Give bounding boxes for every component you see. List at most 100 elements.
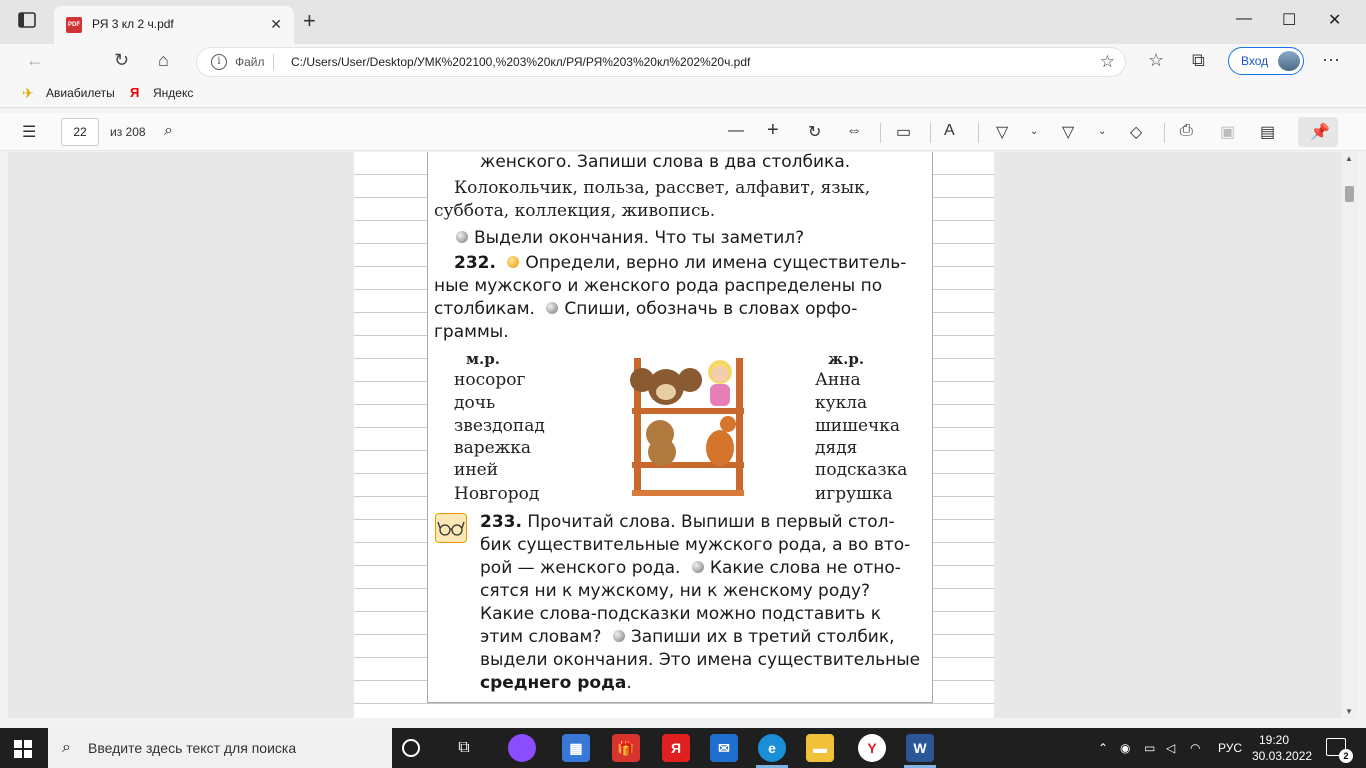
bookmarks-bar: ✈ Авиабилеты Я Яндекс	[0, 78, 1366, 108]
maximize-button[interactable]: ☐	[1282, 10, 1296, 30]
save-as-icon[interactable]: ▤	[1260, 122, 1275, 142]
collections-icon[interactable]: ⧉	[1192, 50, 1205, 71]
login-button[interactable]: Вход	[1228, 47, 1304, 75]
scrollbar-thumb[interactable]	[1345, 186, 1354, 202]
windows-start-icon[interactable]	[14, 740, 32, 758]
eraser-icon[interactable]: ◇	[1130, 122, 1142, 142]
back-icon[interactable]: ←	[26, 50, 44, 71]
task-line: Выдели окончания. Что ты заметил?	[456, 228, 804, 248]
exercise-text: этим словам?	[480, 627, 602, 647]
word-masculine: дочь	[454, 393, 496, 413]
bookmark-yandex[interactable]: Яндекс	[153, 86, 193, 100]
task-view-icon[interactable]: ⧉	[450, 734, 478, 762]
pin-icon: 📌	[1310, 124, 1330, 141]
contents-icon[interactable]: ☰	[22, 122, 36, 142]
exercise-233-line: бик существительные мужского рода, а во …	[480, 535, 911, 555]
fit-width-icon[interactable]: ⇔	[846, 122, 862, 140]
tab-bar: PDF РЯ 3 кл 2 ч.pdf ✕ + — ☐ ✕	[0, 0, 1366, 44]
tab-close-icon[interactable]: ✕	[270, 16, 282, 33]
volume-icon[interactable]: ◁	[1166, 741, 1175, 755]
clock[interactable]: 19:20 30.03.2022	[1252, 732, 1312, 764]
address-bar[interactable]: i Файл C:/Users/User/Desktop/УМК%202100,…	[196, 47, 1126, 77]
vertical-scrollbar[interactable]: ▲ ▼	[1341, 152, 1358, 718]
scroll-up-icon[interactable]: ▲	[1345, 154, 1353, 163]
info-icon[interactable]: i	[211, 54, 227, 70]
language-indicator[interactable]: РУС	[1218, 741, 1242, 755]
rotate-icon[interactable]: ↻	[808, 122, 821, 142]
tray-overflow-icon[interactable]: ⌃	[1098, 741, 1108, 755]
exercise-232-line: столбикам. Спиши, обозначь в словах орфо…	[434, 299, 857, 319]
scroll-down-icon[interactable]: ▼	[1345, 707, 1353, 716]
pin-toolbar-button[interactable]: 📌	[1298, 117, 1338, 147]
close-window-button[interactable]: ✕	[1328, 10, 1341, 30]
gift-icon[interactable]: 🎁	[612, 734, 640, 762]
page-view-icon[interactable]: ▭	[896, 122, 911, 142]
exercise-text: Определи, верно ли имена существитель-	[525, 253, 907, 273]
word-feminine: подсказка	[815, 460, 908, 480]
minimize-button[interactable]: —	[1236, 10, 1252, 28]
windows-taskbar: ⌕ Введите здесь текст для поиска ⧉ ▦ 🎁 Я…	[0, 728, 1366, 768]
settings-more-icon[interactable]: ⋯	[1322, 50, 1340, 71]
highlight-icon[interactable]: ▽	[1062, 122, 1074, 142]
word-feminine: дядя	[815, 438, 858, 458]
login-label: Вход	[1241, 54, 1269, 68]
exercise-232-line: граммы.	[434, 322, 509, 342]
add-favorite-icon[interactable]: ☆	[1100, 52, 1115, 72]
word-feminine: кукла	[815, 393, 868, 413]
zoom-in-icon[interactable]: +	[767, 119, 779, 142]
word-icon[interactable]: W	[906, 734, 934, 762]
refresh-icon[interactable]: ↻	[114, 50, 129, 71]
page-number-input[interactable]: 22	[61, 118, 99, 146]
tab-pdf[interactable]: PDF РЯ 3 кл 2 ч.pdf ✕	[54, 6, 294, 44]
pdf-viewer[interactable]: женского. Запиши слова в два столбика. К…	[8, 152, 1358, 718]
toys-on-shelf-illustration	[630, 358, 744, 496]
yandex-app-icon[interactable]: Я	[662, 734, 690, 762]
draw-options-chevron-icon[interactable]: ⌄	[1030, 126, 1038, 137]
notifications-icon[interactable]: 2	[1326, 738, 1353, 763]
new-tab-button[interactable]: +	[303, 10, 316, 32]
tray-app-icon[interactable]: ◉	[1120, 741, 1130, 755]
taskbar-search[interactable]: ⌕ Введите здесь текст для поиска	[48, 728, 392, 768]
save-icon[interactable]: ▣	[1220, 122, 1235, 142]
zoom-out-icon[interactable]: —	[728, 122, 744, 140]
edge-icon[interactable]: e	[758, 734, 786, 762]
column-head-masculine: м.р.	[466, 350, 500, 368]
exercise-232-line: 232. Определи, верно ли имена существите…	[454, 253, 906, 273]
favorites-icon[interactable]: ☆	[1148, 50, 1164, 71]
print-icon[interactable]: ⎙	[1180, 122, 1193, 140]
profile-avatar	[1278, 51, 1300, 71]
file-explorer-icon[interactable]: ▬	[806, 734, 834, 762]
battery-icon[interactable]: ▭	[1144, 741, 1155, 755]
cortana-icon[interactable]	[402, 739, 420, 757]
network-icon[interactable]: ◠	[1190, 741, 1200, 755]
exercise-text: Запиши их в третий столбик,	[630, 627, 895, 647]
text-line: женского. Запиши слова в два столбика.	[480, 152, 851, 172]
tab-actions-icon[interactable]	[18, 12, 40, 32]
bookmark-aviabilety[interactable]: Авиабилеты	[46, 86, 115, 100]
draw-icon[interactable]: ▽	[996, 122, 1008, 142]
mail-icon[interactable]: ✉	[710, 734, 738, 762]
read-aloud-icon[interactable]: A	[944, 122, 955, 140]
toolbar-separator	[880, 123, 881, 143]
gray-marker-icon	[691, 561, 704, 573]
alice-icon[interactable]	[508, 734, 536, 762]
yandex-browser-icon[interactable]: Y	[858, 734, 886, 762]
store-icon[interactable]: ▦	[562, 734, 590, 762]
word-masculine: звездопад	[454, 416, 545, 436]
search-icon[interactable]: ⌕	[164, 122, 173, 140]
search-placeholder: Введите здесь текст для поиска	[88, 740, 297, 756]
exercise-233-line: 233. Прочитай слова. Выпиши в первый сто…	[480, 512, 895, 532]
url-text[interactable]: C:/Users/User/Desktop/УМК%202100,%203%20…	[291, 55, 750, 69]
task-text: Выдели окончания. Что ты заметил?	[474, 228, 805, 248]
word-masculine: варежка	[454, 438, 532, 458]
word-feminine: игрушка	[815, 484, 893, 504]
exercise-number: 233.	[480, 512, 522, 532]
toolbar-separator	[930, 123, 931, 143]
exercise-233-line: рой — женского рода. Какие слова не отно…	[480, 558, 901, 578]
exercise-text: Спиши, обозначь в словах орфо-	[564, 299, 858, 319]
home-icon[interactable]: ⌂	[158, 50, 169, 71]
highlight-options-chevron-icon[interactable]: ⌄	[1098, 126, 1106, 137]
gray-marker-icon	[456, 231, 468, 243]
exercise-text: столбикам.	[434, 299, 535, 319]
exercise-233-line: выдели окончания. Это имена существитель…	[480, 650, 921, 670]
